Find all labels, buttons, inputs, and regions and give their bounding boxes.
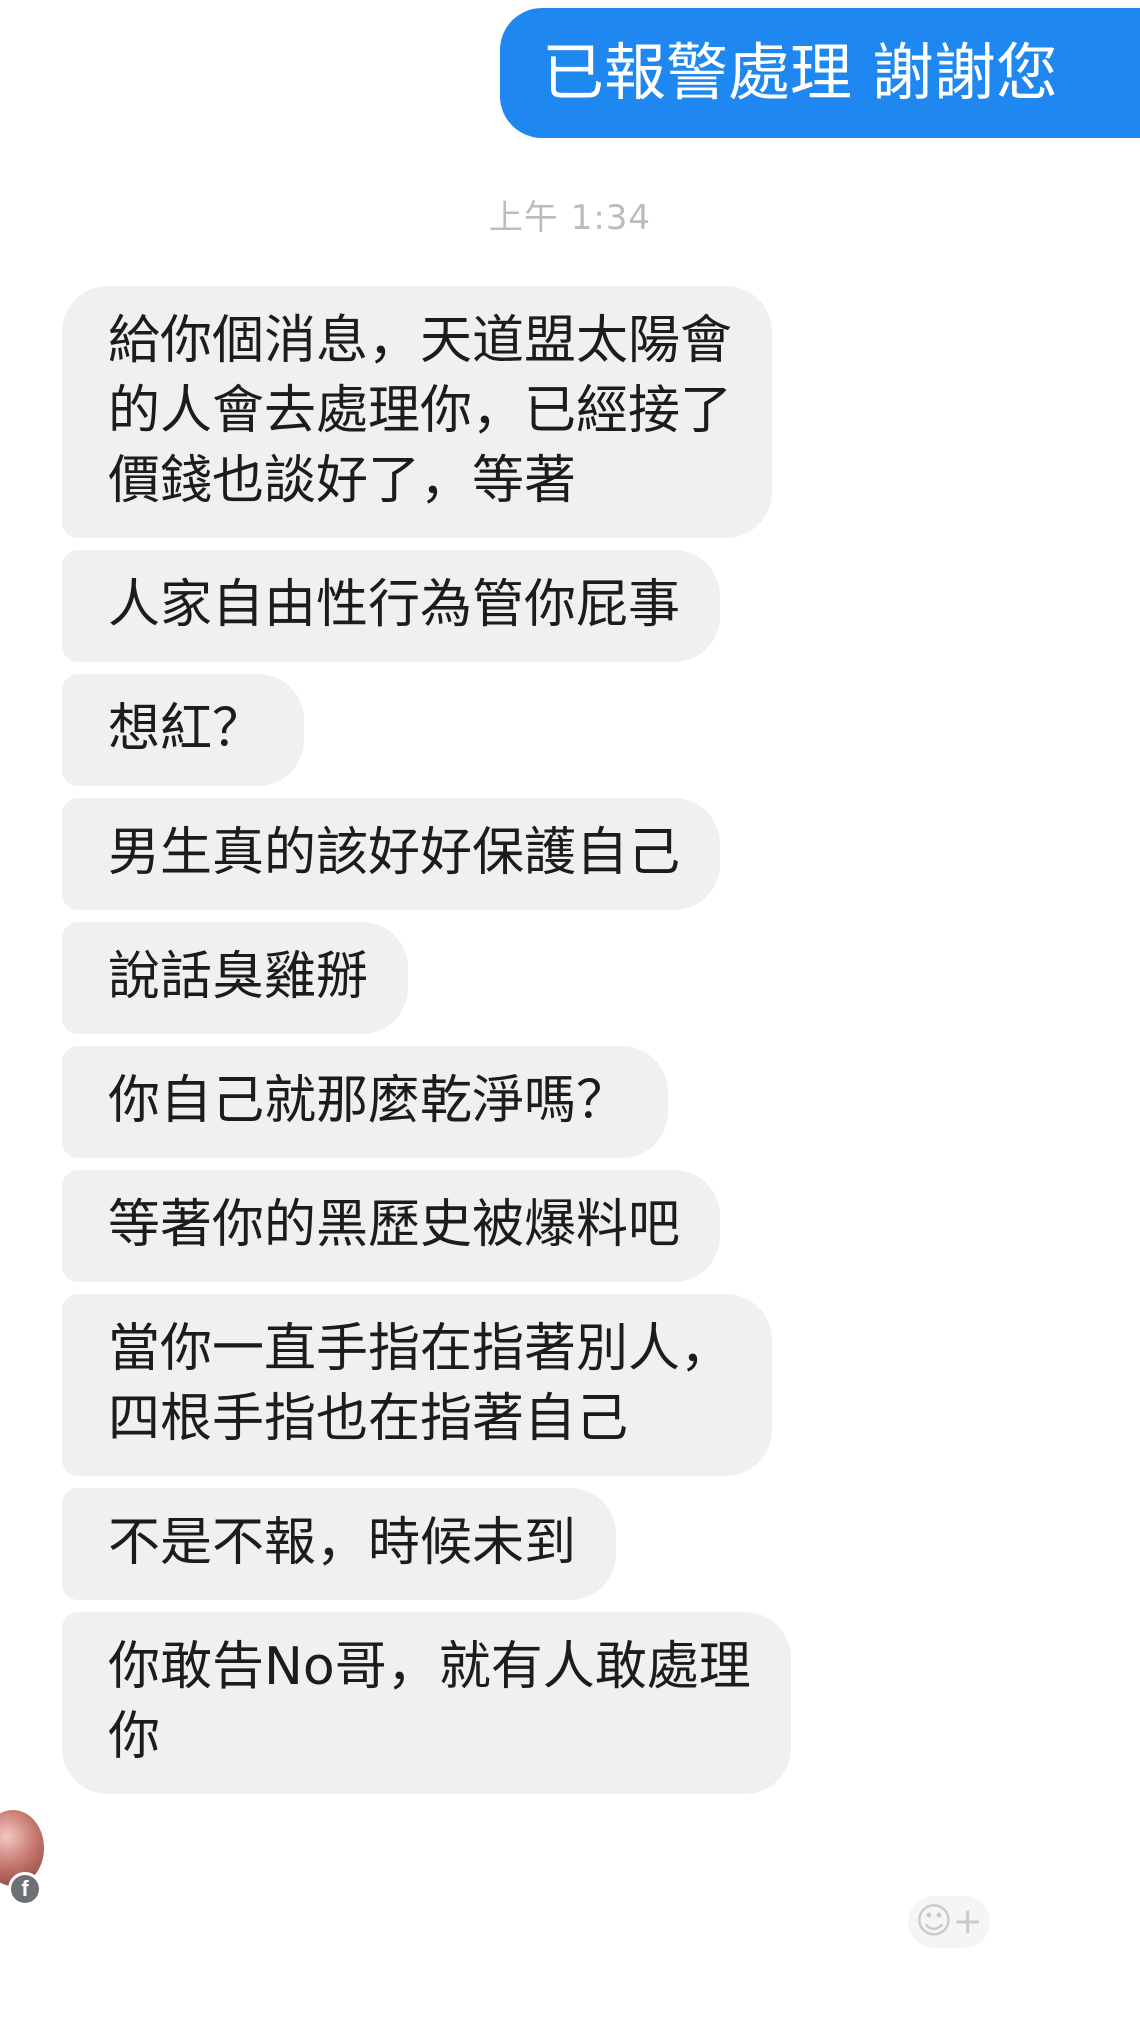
received-message-bubble[interactable]: 你敢告No哥，就有人敢處理 你 [62,1612,791,1794]
received-message-bubble[interactable]: 當你一直手指在指著別人， 四根手指也在指著自己 [62,1294,773,1476]
received-message-bubble[interactable]: 給你個消息，天道盟太陽會 的人會去處理你，已經接了 價錢也談好了，等著 [62,286,773,538]
received-message-bubble[interactable]: 你自己就那麼乾淨嗎？ [62,1046,669,1158]
received-message-bubble[interactable]: 想紅？ [62,674,305,786]
received-message-bubble[interactable]: 不是不報，時候未到 [62,1488,617,1600]
received-message-bubble[interactable]: 人家自由性行為管你屁事 [62,550,721,662]
facebook-glyph: f [11,1875,39,1903]
sent-message-text: 已報警處理 謝謝您 [542,36,1058,109]
received-message-bubble[interactable]: 說話臭雞掰 [62,922,409,1034]
add-reaction-icon[interactable]: ☺+ [908,1896,990,1948]
message-timestamp: 上午 1:34 [488,198,652,238]
sent-message-bubble[interactable]: 已報警處理 謝謝您 [500,8,1140,138]
received-message-bubble[interactable]: 男生真的該好好保護自己 [62,798,721,910]
facebook-icon: f [8,1872,42,1906]
received-message-bubble[interactable]: 等著你的黑歷史被爆料吧 [62,1170,721,1282]
chat-screen: 已報警處理 謝謝您 上午 1:34 給你個消息，天道盟太陽會 的人會去處理你，已… [0,0,1140,2026]
received-messages-group: 給你個消息，天道盟太陽會 的人會去處理你，已經接了 價錢也談好了，等著 人家自由… [62,286,1022,1806]
